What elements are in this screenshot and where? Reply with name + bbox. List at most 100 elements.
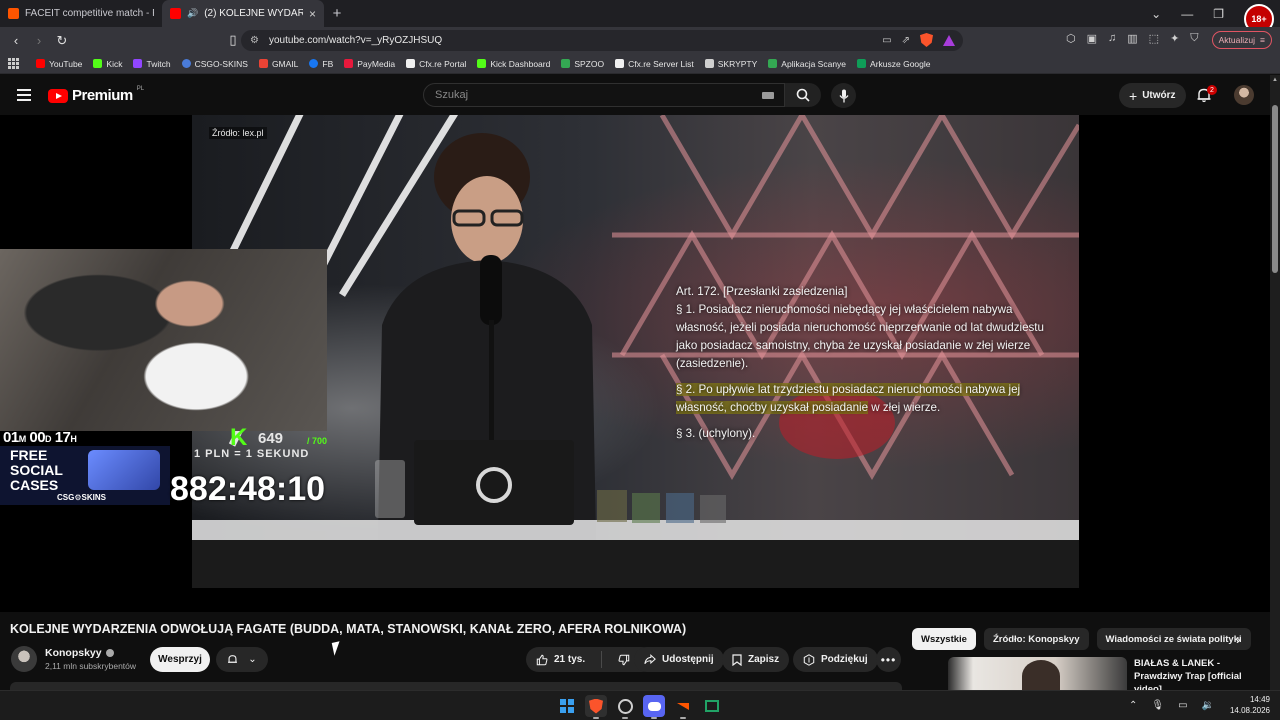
apps-grid-icon[interactable]: [8, 57, 20, 70]
site-info-icon[interactable]: ⚙: [250, 35, 259, 46]
bookmark-scanye[interactable]: Aplikacja Scanye: [768, 59, 846, 69]
start-button[interactable]: [556, 695, 578, 717]
sidebar-icon[interactable]: ▥: [1127, 32, 1137, 45]
bookmark-label: SKRYPTY: [717, 58, 758, 69]
page-scrollbar[interactable]: ▲: [1270, 75, 1280, 690]
search-input[interactable]: Szukaj: [423, 83, 785, 107]
bookmark-label: Kick: [106, 58, 123, 69]
brave-shield-icon[interactable]: [920, 33, 933, 47]
bookmark-kick[interactable]: Kick: [93, 59, 122, 69]
screenshot-icon[interactable]: ⬚: [1149, 32, 1159, 45]
chip-politics-news[interactable]: Wiadomości ze świata polityki: [1096, 628, 1251, 650]
cast-icon[interactable]: ▭: [882, 35, 891, 46]
share-label: Udostępnij: [662, 654, 714, 665]
subscription-notifications-button[interactable]: ⌄: [216, 647, 268, 672]
chip-all[interactable]: Wszystkie: [912, 628, 976, 650]
bookmark-paymedia[interactable]: PayMedia: [344, 59, 395, 69]
taskbar-brave[interactable]: [585, 695, 607, 719]
vpn-icon[interactable]: ⛉: [1190, 32, 1198, 45]
address-bar[interactable]: ⚙ youtube.com/watch?v=_yRyOZJHSUQ ▭ ⇗: [241, 30, 963, 51]
bookmark-youtube[interactable]: YouTube: [36, 59, 82, 69]
browser-toolbar: ‹ › ↻ ▯ ⚙ youtube.com/watch?v=_yRyOZJHSU…: [0, 27, 1280, 54]
new-tab-button[interactable]: +: [324, 0, 350, 27]
taskbar-obs[interactable]: [614, 695, 636, 719]
hamburger-menu-icon[interactable]: [17, 89, 31, 104]
chips-next-arrow-icon[interactable]: ›: [1236, 631, 1241, 647]
scroll-up-arrow-icon[interactable]: ▲: [1272, 77, 1278, 83]
share-button[interactable]: Udostępnij: [634, 647, 724, 672]
wallet-icon[interactable]: ▣: [1087, 32, 1097, 45]
kick-goal-max: / 700: [307, 436, 328, 446]
search-button[interactable]: [785, 83, 821, 107]
restore-icon[interactable]: ❐: [1213, 7, 1224, 21]
menu-icon: ≡: [1260, 35, 1265, 45]
browser-tab-youtube[interactable]: 🔊 (2) KOLEJNE WYDARZENIA OD ×: [162, 0, 324, 27]
network-icon[interactable]: ▭: [1178, 700, 1187, 711]
scrollbar-thumb[interactable]: [1272, 105, 1278, 273]
save-button[interactable]: Zapisz: [722, 647, 790, 672]
like-count: 21 tys.: [554, 654, 586, 665]
taskbar-excel[interactable]: [701, 695, 723, 717]
bookmark-cfx-server-list[interactable]: Cfx.re Server List: [615, 59, 694, 69]
back-arrow-icon[interactable]: ‹: [6, 31, 26, 51]
bookmark-kick-dashboard[interactable]: Kick Dashboard: [477, 59, 550, 69]
bookmark-skrypty[interactable]: SKRYPTY: [704, 58, 758, 69]
tray-mic-icon[interactable]: 🎙: [1151, 700, 1164, 711]
more-actions-button[interactable]: •••: [876, 647, 901, 672]
volume-icon[interactable]: 🔉: [1202, 700, 1214, 711]
brave-rewards-icon[interactable]: [943, 34, 955, 46]
channel-avatar[interactable]: [11, 646, 37, 672]
update-label: Aktualizuj: [1218, 35, 1256, 45]
youtube-premium-logo[interactable]: Premium PL: [48, 85, 145, 104]
logo-country: PL: [136, 85, 145, 92]
bookmark-gmail[interactable]: GMAIL: [258, 59, 298, 69]
description-box[interactable]: [10, 682, 902, 690]
recommended-video-thumbnail[interactable]: [948, 657, 1127, 690]
twitch-icon: [133, 59, 143, 68]
close-tab-icon[interactable]: ×: [309, 7, 316, 21]
brave-browser-icon: [589, 698, 603, 714]
kick-goal-count: 649: [258, 430, 284, 447]
chevron-down-icon: ⌄: [248, 654, 257, 665]
microphone-icon: [838, 89, 849, 102]
minimize-icon[interactable]: —: [1181, 7, 1193, 21]
bookmark-cfx-portal[interactable]: Cfx.re Portal: [406, 59, 466, 69]
thanks-button[interactable]: Podziękuj: [793, 647, 878, 672]
video-title: KOLEJNE WYDARZENIA ODWOŁUJĄ FAGATE (BUDD…: [10, 622, 687, 636]
kick-icon: [93, 59, 103, 68]
share-icon[interactable]: ⇗: [902, 35, 910, 46]
bookmark-sheets[interactable]: Arkusze Google: [857, 59, 931, 69]
bookmark-spzoo[interactable]: SPZOO: [561, 59, 604, 69]
system-clock[interactable]: 14:49 14.08.2026: [1230, 694, 1270, 716]
bookmark-csgo-skins[interactable]: CSGO-SKINS: [181, 59, 248, 69]
account-avatar[interactable]: [1234, 85, 1254, 105]
leo-ai-icon[interactable]: ✦: [1170, 32, 1179, 45]
create-button[interactable]: + Utwórz: [1119, 83, 1186, 108]
tray-chevron-up-icon[interactable]: ⌃: [1129, 700, 1137, 711]
taskbar-discord[interactable]: [643, 695, 665, 719]
keyboard-icon[interactable]: [762, 92, 774, 99]
chip-source-channel[interactable]: Źródło: Konopskyy: [983, 628, 1089, 650]
puzzle-icon[interactable]: ⬡: [1066, 32, 1076, 45]
bookmark-twitch[interactable]: Twitch: [133, 59, 171, 69]
music-icon[interactable]: ♫: [1108, 32, 1116, 45]
bookmark-icon: [732, 653, 742, 666]
tab-search-chevron-icon[interactable]: ⌄: [1151, 7, 1161, 21]
recommendation-filter-chips: Wszystkie Źródło: Konopskyy Wiadomości z…: [912, 628, 1251, 650]
bookmark-page-icon[interactable]: ▯: [223, 30, 243, 50]
update-button[interactable]: Aktualizuj ≡: [1211, 31, 1272, 49]
reload-icon[interactable]: ↻: [52, 31, 72, 51]
support-button[interactable]: Wesprzyj: [150, 647, 210, 672]
search-icon: [796, 88, 810, 102]
voice-search-button[interactable]: [831, 83, 856, 108]
browser-tab-faceit[interactable]: FACEIT competitive match - FACEIT.co: [0, 0, 162, 27]
search-placeholder: Szukaj: [435, 89, 469, 101]
bookmark-fb[interactable]: FB: [309, 59, 333, 69]
notification-count-badge: 2: [1207, 85, 1217, 95]
channel-name[interactable]: Konopskyy: [45, 647, 114, 659]
forward-arrow-icon[interactable]: ›: [29, 31, 49, 51]
like-button[interactable]: 21 tys.: [526, 647, 595, 672]
channel-name-text: Konopskyy: [45, 647, 102, 659]
taskbar-faceit[interactable]: [672, 695, 694, 719]
plus-icon: +: [332, 5, 342, 22]
